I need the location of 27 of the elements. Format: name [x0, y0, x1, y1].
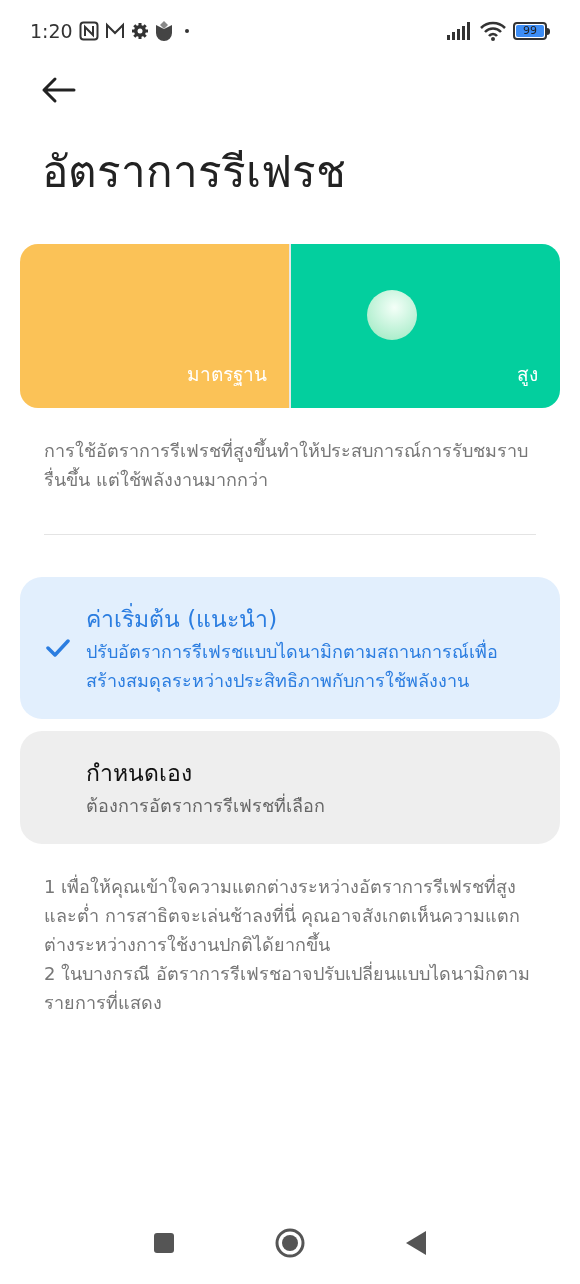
dot-icon: [184, 29, 189, 33]
option-subtitle: ปรับอัตราการรีเฟรชแบบไดนามิกตามสถานการณ์เพื่อสร้างสมดุลระหว่างประสิทธิภาพกับการใช้พลังงาน: [86, 638, 499, 694]
option-card[interactable]: กำหนดเอง ต้องการอัตราการรีเฟรชที่เลือก: [20, 731, 560, 844]
description-text: การใช้อัตราการรีเฟรชที่สูงขึ้นทำให้ประสบการณ์การรับชมราบรื่นขึ้น แต่ใช้พลังงานมากกว่า: [43, 437, 529, 492]
segment-label: สูง: [517, 361, 538, 388]
nfc-icon: [78, 21, 99, 41]
status-time: 1:20: [30, 18, 73, 44]
signal-icon: [447, 22, 473, 40]
option-title: ค่าเริ่มต้น (แนะนำ): [86, 601, 536, 637]
back-button-icon[interactable]: [405, 1230, 427, 1256]
checkmark-icon: [46, 639, 70, 657]
tulip-icon: [154, 21, 173, 41]
wifi-icon: [479, 21, 507, 41]
option-title: กำหนดเอง: [86, 759, 193, 788]
recents-button-icon[interactable]: [153, 1232, 175, 1254]
footnote-text: 1 เพื่อให้คุณเข้าใจความแตกต่างระหว่างอัตราการรีเฟรชที่สูงและต่ำ การสาธิตจะเล่นช้าลงที่นี่ คุณอาจสังเกตเห็นความแตกต่างระหว่างการใช้งานปกติได้ยากขึ้น: [44, 873, 522, 957]
battery-level: 99: [516, 25, 544, 37]
settings-icon: [130, 22, 149, 40]
option-card[interactable]: ค่าเริ่มต้น (แนะนำ) ปรับอัตราการรีเฟรชแบบไดนามิกตามสถานการณ์เพื่อสร้างสมดุลระหว่างประสิทธิภาพกับการใช้พลังงาน: [20, 577, 560, 719]
page-title: อัตราการรีเฟรช: [41, 145, 347, 199]
mail-icon: [104, 22, 125, 40]
home-button-icon[interactable]: [275, 1228, 305, 1258]
back-arrow-icon[interactable]: [40, 76, 76, 104]
option-subtitle: ต้องการอัตราการรีเฟรชที่เลือก: [86, 792, 325, 818]
segment-label: มาตรฐาน: [187, 361, 267, 388]
ball-icon: [366, 289, 418, 341]
footnote-text: 2 ในบางกรณี อัตราการรีเฟรชอาจปรับเปลี่ยนแบบไดนามิกตามรายการที่แสดง: [44, 960, 531, 1015]
